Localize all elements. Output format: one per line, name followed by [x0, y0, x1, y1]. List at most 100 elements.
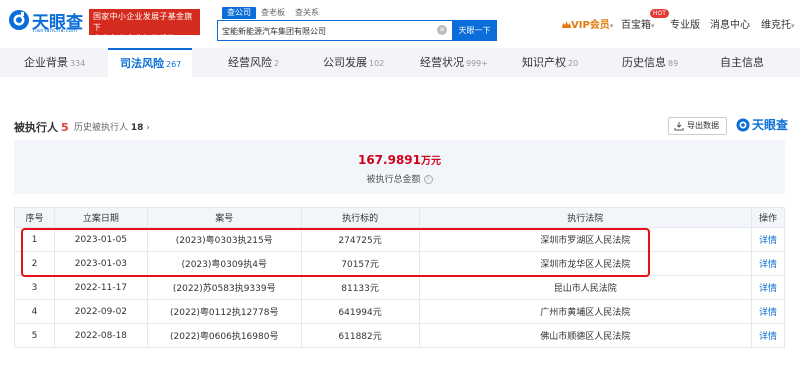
col-header-index: 序号: [14, 207, 55, 228]
tab-label: 经营状况: [420, 56, 464, 69]
table-header-row: 序号 立案日期 案号 执行标的 执行法院 操作: [14, 207, 785, 228]
row-index: 4: [14, 299, 55, 324]
tab-label: 司法风险: [120, 57, 164, 70]
section-count: 5: [61, 121, 69, 134]
row-case-number: (2022)苏0583执9339号: [146, 275, 302, 300]
history-count: 18: [130, 123, 144, 133]
row-case-number: (2023)粤0303执215号: [146, 227, 302, 252]
row-detail-link[interactable]: 详情: [751, 323, 785, 348]
row-detail-link[interactable]: 详情: [751, 275, 785, 300]
section-title-text: 被执行人: [14, 121, 58, 134]
user-menu[interactable]: 维克托▾: [761, 16, 795, 31]
help-icon[interactable]: ?: [423, 175, 433, 184]
section-title: 被执行人 5: [14, 119, 69, 135]
company-tab-bar: 企业背景 334 司法风险 267 经营风险 2 公司发展 102 经营状况 999+ 知…: [0, 48, 800, 77]
search-tab-company[interactable]: 查公司: [222, 7, 256, 19]
top-header: 天眼查 TianYanCha.com 国家中小企业发展子基金旗下 官方备案企业征…: [0, 0, 800, 44]
table-row: 1 2023-01-05 (2023)粤0303执215号 274725元 深圳…: [14, 227, 785, 252]
crown-icon: [562, 21, 571, 28]
col-header-action: 操作: [751, 207, 785, 228]
row-amount: 611882元: [300, 323, 420, 348]
search-type-tabs: 查公司 查老板 查关系: [222, 7, 324, 19]
caret-down-icon: ▾: [609, 22, 614, 30]
summary-box: 167.9891万元 被执行总金额?: [14, 140, 785, 194]
row-court: 深圳市龙华区人民法院: [418, 251, 752, 276]
gov-badge-line1: 国家中小企业发展子基金旗下: [93, 12, 193, 32]
row-filing-date: 2022-08-18: [53, 323, 148, 348]
baibaoxiang-link[interactable]: 百宝箱▾: [621, 16, 655, 31]
tab-label: 历史信息: [622, 56, 666, 69]
gov-badge: 国家中小企业发展子基金旗下 官方备案企业征信机构: [89, 9, 200, 43]
table-row: 3 2022-11-17 (2022)苏0583执9339号 81133元 昆山…: [14, 275, 785, 300]
row-court: 广州市黄埔区人民法院: [418, 299, 752, 324]
row-case-number: (2022)粤0112执12778号: [146, 299, 302, 324]
row-filing-date: 2022-09-02: [53, 299, 148, 324]
row-detail-link[interactable]: 详情: [751, 299, 785, 324]
hot-badge: HOT: [650, 9, 669, 18]
tab-self-info[interactable]: 自主信息: [720, 48, 764, 77]
row-amount: 70157元: [300, 251, 420, 276]
tab-business-risk[interactable]: 经营风险 2: [228, 48, 279, 77]
total-amount: 167.9891万元: [14, 152, 785, 167]
row-amount: 641994元: [300, 299, 420, 324]
download-icon: [674, 122, 684, 131]
baibaoxiang-label: 百宝箱: [621, 20, 651, 31]
tab-company-background[interactable]: 企业背景 334: [24, 48, 85, 77]
row-case-number: (2023)粤0309执4号: [146, 251, 302, 276]
row-index: 5: [14, 323, 55, 348]
row-court: 佛山市顺德区人民法院: [418, 323, 752, 348]
row-detail-link[interactable]: 详情: [751, 227, 785, 252]
total-amount-label: 被执行总金额?: [14, 172, 785, 185]
tab-business-status[interactable]: 经营状况 999+: [420, 48, 488, 77]
row-index: 1: [14, 227, 55, 252]
clear-search-icon[interactable]: ✕: [437, 25, 447, 35]
export-label: 导出数据: [687, 121, 719, 130]
tab-count: 89: [668, 59, 679, 68]
site-logo[interactable]: 天眼查 TianYanCha.com: [8, 6, 88, 38]
tab-legal-risk[interactable]: 司法风险 267: [108, 48, 192, 77]
history-executed-link[interactable]: 历史被执行人 18 ›: [74, 120, 150, 133]
row-index: 3: [14, 275, 55, 300]
caret-down-icon: ▾: [791, 22, 795, 30]
col-header-case-number: 案号: [146, 207, 302, 228]
col-header-filing-date: 立案日期: [53, 207, 148, 228]
tab-history-info[interactable]: 历史信息 89: [622, 48, 678, 77]
tab-intellectual-property[interactable]: 知识产权 20: [522, 48, 578, 77]
tab-count: 999+: [466, 59, 488, 68]
table-row: 2 2023-01-03 (2023)粤0309执4号 70157元 深圳市龙华…: [14, 251, 785, 276]
total-amount-unit: 万元: [421, 156, 441, 167]
messages-link[interactable]: 消息中心: [710, 16, 750, 31]
search-button[interactable]: 天眼一下: [452, 20, 497, 41]
tab-count: 334: [70, 59, 86, 68]
search-tab-relation[interactable]: 查关系: [290, 7, 324, 19]
tab-label: 知识产权: [522, 56, 566, 69]
total-amount-label-text: 被执行总金额: [366, 175, 421, 185]
row-filing-date: 2023-01-05: [53, 227, 148, 252]
tianyancha-logo-icon: [736, 118, 750, 132]
search-input[interactable]: 宝能新能源汽车集团有限公司: [217, 20, 452, 41]
executed-person-table: 序号 立案日期 案号 执行标的 执行法院 操作 1 2023-01-05 (20…: [14, 207, 785, 348]
tab-label: 公司发展: [323, 56, 367, 69]
logo-subtext: TianYanCha.com: [32, 28, 78, 34]
tab-count: 267: [166, 60, 182, 69]
col-header-court: 执行法院: [418, 207, 752, 228]
gov-badge-line2: 官方备案企业征信机构: [93, 34, 176, 43]
table-row: 4 2022-09-02 (2022)粤0112执12778号 641994元 …: [14, 299, 785, 324]
export-data-button[interactable]: 导出数据: [668, 117, 727, 135]
tab-company-development[interactable]: 公司发展 102: [323, 48, 384, 77]
caret-down-icon: ▾: [651, 22, 655, 30]
row-case-number: (2022)粤0606执16980号: [146, 323, 302, 348]
row-filing-date: 2022-11-17: [53, 275, 148, 300]
tianyancha-logo-icon: [9, 10, 29, 30]
tab-count: 20: [568, 59, 579, 68]
row-detail-link[interactable]: 详情: [751, 251, 785, 276]
col-header-amount: 执行标的: [300, 207, 420, 228]
search-tab-boss[interactable]: 查老板: [256, 7, 290, 19]
tab-label: 经营风险: [228, 56, 272, 69]
vip-link[interactable]: VIP会员▾: [562, 16, 613, 31]
row-amount: 274725元: [300, 227, 420, 252]
row-filing-date: 2023-01-03: [53, 251, 148, 276]
pro-link[interactable]: 专业版: [670, 16, 700, 31]
total-amount-value: 167.9891: [357, 153, 421, 167]
row-court: 昆山市人民法院: [418, 275, 752, 300]
